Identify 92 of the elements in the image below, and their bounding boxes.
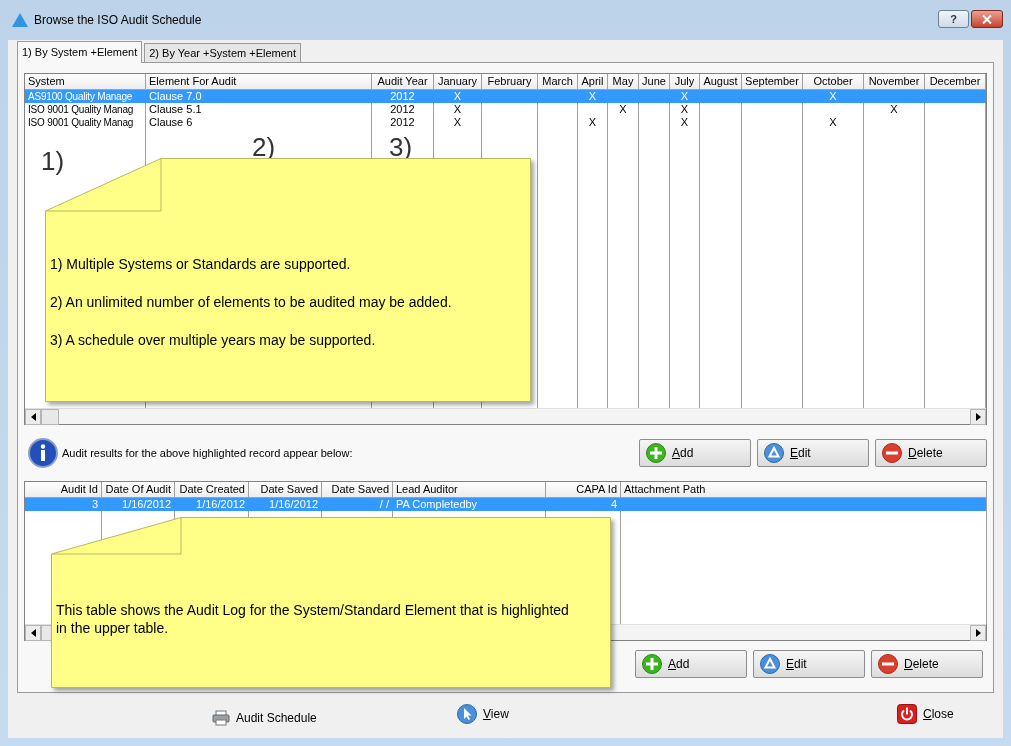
add-button[interactable]: Add bbox=[639, 439, 751, 467]
column-header[interactable]: May bbox=[608, 74, 638, 90]
column-header[interactable]: September bbox=[742, 74, 802, 90]
print-button[interactable]: Audit Schedule bbox=[212, 708, 317, 727]
column-header[interactable]: Lead Auditor bbox=[393, 482, 545, 498]
table-cell: ISO 9001 Quality Manag bbox=[28, 117, 134, 128]
minus-icon bbox=[878, 654, 898, 674]
note-text: This table shows the Audit Log for the System/Standard Element that is highlighted in the upper table. bbox=[56, 602, 569, 636]
table-cell: X bbox=[453, 116, 462, 128]
column-header[interactable]: April bbox=[578, 74, 607, 90]
edit-button[interactable]: Edit bbox=[757, 439, 869, 467]
info-icon bbox=[28, 438, 58, 468]
table-cell: Clause 6 bbox=[149, 116, 193, 128]
scroll-thumb[interactable] bbox=[41, 409, 59, 425]
table-cell: Clause 5.1 bbox=[149, 103, 202, 115]
close-icon bbox=[982, 14, 992, 24]
table-cell: 1/16/2012 bbox=[122, 498, 171, 510]
table-cell: 2012 bbox=[390, 116, 415, 128]
column-header[interactable]: CAPA Id bbox=[546, 482, 620, 498]
table-cell: X bbox=[453, 103, 462, 115]
tab[interactable]: 1) By System +Element bbox=[17, 41, 143, 63]
table-cell: ISO 9001 Quality Manag bbox=[28, 104, 134, 115]
note-text: 2) An unlimited number of elements to be audited may be added. bbox=[50, 293, 452, 312]
column-header[interactable]: Audit Id bbox=[25, 482, 101, 498]
table-cell: X bbox=[588, 90, 597, 102]
scroll-right-button[interactable] bbox=[970, 625, 986, 641]
info-text: Audit results for the above highlighted record appear below: bbox=[62, 445, 353, 461]
column-header[interactable]: Element For Audit bbox=[146, 74, 371, 90]
table-cell: 1/16/2012 bbox=[269, 498, 318, 510]
column-header[interactable]: August bbox=[700, 74, 741, 90]
column-header[interactable]: March bbox=[538, 74, 577, 90]
table-cell: 4 bbox=[610, 498, 617, 510]
note-text: 3) A schedule over multiple years may be supported. bbox=[50, 331, 377, 350]
callout-number: 1) bbox=[41, 146, 65, 176]
column-header[interactable]: Date Saved bbox=[322, 482, 392, 498]
power-icon bbox=[897, 703, 917, 724]
cursor-icon bbox=[457, 703, 477, 724]
note-text: 1) Multiple Systems or Standards are supported. bbox=[50, 255, 352, 274]
table-cell: / / bbox=[379, 498, 389, 510]
close-button[interactable] bbox=[971, 10, 1003, 28]
table-cell: 1/16/2012 bbox=[196, 498, 245, 510]
right-arrow-icon bbox=[975, 629, 981, 637]
table-cell: X bbox=[680, 103, 689, 115]
column-header[interactable]: Attachment Path bbox=[621, 482, 986, 498]
left-arrow-icon bbox=[30, 413, 36, 421]
column-header[interactable]: June bbox=[639, 74, 669, 90]
plus-icon bbox=[646, 443, 666, 463]
delete-button[interactable]: Delete bbox=[875, 439, 987, 467]
help-button[interactable]: ? bbox=[938, 10, 969, 28]
table-cell: 2012 bbox=[390, 103, 415, 115]
view-button[interactable]: View bbox=[457, 703, 509, 724]
table-cell: X bbox=[829, 90, 837, 102]
table-cell: X bbox=[829, 116, 837, 128]
table-cell: X bbox=[619, 103, 627, 115]
edit-button[interactable]: Edit bbox=[753, 650, 865, 678]
minus-icon bbox=[882, 443, 902, 463]
column-header[interactable]: January bbox=[434, 74, 481, 90]
column-header[interactable]: Date Created bbox=[175, 482, 248, 498]
column-header[interactable]: February bbox=[482, 74, 537, 90]
scroll-left-button[interactable] bbox=[25, 625, 41, 641]
table-cell: AS9100 Quality Manage bbox=[28, 91, 133, 102]
table-cell: PA Completedby bbox=[396, 498, 478, 510]
column-header[interactable]: System bbox=[25, 74, 145, 90]
table-cell: 3 bbox=[91, 498, 98, 510]
tab[interactable]: 2) By Year +System +Element bbox=[144, 43, 301, 62]
column-header[interactable]: December bbox=[925, 74, 985, 90]
table-cell: X bbox=[680, 90, 689, 102]
table-cell: X bbox=[453, 90, 462, 102]
close-window-button[interactable]: Close bbox=[897, 703, 954, 724]
scroll-right-button[interactable] bbox=[970, 409, 986, 425]
table-cell: Clause 7.0 bbox=[149, 90, 202, 102]
window-title: Browse the ISO Audit Schedule bbox=[34, 12, 202, 29]
column-header[interactable]: November bbox=[864, 74, 924, 90]
table-cell: X bbox=[588, 116, 597, 128]
table-cell: 2012 bbox=[390, 90, 415, 102]
scroll-left-button[interactable] bbox=[25, 409, 41, 425]
column-header[interactable]: Audit Year bbox=[372, 74, 433, 90]
right-arrow-icon bbox=[975, 413, 981, 421]
printer-icon bbox=[212, 709, 230, 726]
table-cell: X bbox=[680, 116, 689, 128]
add-button[interactable]: Add bbox=[635, 650, 747, 678]
callout-number: 2) bbox=[252, 132, 276, 162]
plus-icon bbox=[642, 654, 662, 674]
app-logo-icon bbox=[12, 13, 28, 27]
column-header[interactable]: July bbox=[670, 74, 699, 90]
callout-number: 3) bbox=[389, 132, 413, 162]
delete-button[interactable]: Delete bbox=[871, 650, 983, 678]
column-header[interactable]: Date Saved bbox=[249, 482, 321, 498]
table-cell: X bbox=[890, 103, 898, 115]
column-header[interactable]: October bbox=[803, 74, 863, 90]
column-header[interactable]: Date Of Audit bbox=[102, 482, 174, 498]
left-arrow-icon bbox=[30, 629, 36, 637]
